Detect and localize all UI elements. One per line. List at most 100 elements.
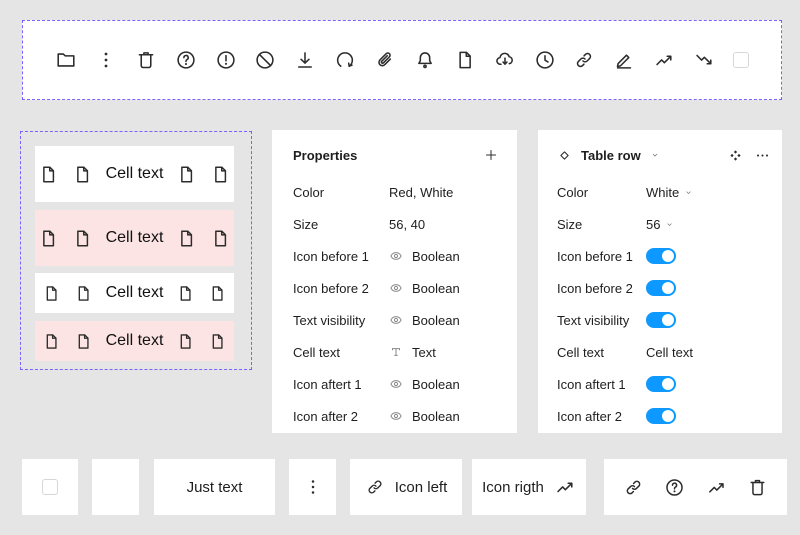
- toolbar-bell[interactable]: [414, 49, 436, 71]
- bottom-cell-checkbox[interactable]: [22, 459, 78, 515]
- trash-icon: [138, 52, 154, 69]
- property-type: Boolean: [412, 376, 460, 392]
- toolbar-paperclip[interactable]: [374, 49, 396, 71]
- file-icon: [181, 165, 193, 183]
- dropdown-value: 56: [646, 216, 661, 232]
- toolbar-cloud-download[interactable]: [494, 49, 516, 71]
- checkbox-empty[interactable]: [732, 52, 749, 68]
- table-row-preview[interactable]: Cell text: [35, 321, 234, 361]
- more-options-button[interactable]: [755, 148, 770, 163]
- cell-label: Icon left: [394, 478, 448, 496]
- property-row-icon-after-2[interactable]: Icon after 2 Boolean: [272, 400, 517, 432]
- clock-icon: [535, 51, 554, 69]
- property-row-cell-text[interactable]: Cell text Text: [272, 336, 517, 368]
- cell-help[interactable]: [664, 477, 685, 498]
- toolbar-edit[interactable]: [613, 49, 635, 71]
- property-row-text-visibility[interactable]: Text visibility Boolean: [272, 304, 517, 336]
- toolbar-file[interactable]: [454, 49, 476, 71]
- block-icon: [256, 51, 275, 69]
- link-icon: [626, 480, 641, 494]
- bottom-cell-empty[interactable]: [92, 459, 139, 515]
- icon-aftert-1-toggle[interactable]: [646, 376, 676, 392]
- canvas: Cell text Cell text Cell text Cell text Pro…: [0, 0, 800, 535]
- cell-trash[interactable]: [747, 477, 768, 498]
- table-row-preview[interactable]: Cell text: [35, 210, 234, 266]
- text-visibility-toggle[interactable]: [646, 312, 676, 328]
- toolbar-warning[interactable]: [215, 49, 237, 71]
- instance-title[interactable]: Table row: [581, 148, 641, 163]
- instance-row-size: Size 56: [538, 208, 782, 240]
- cell-text-value[interactable]: Cell text: [646, 345, 693, 360]
- toolbar-link[interactable]: [573, 49, 595, 71]
- toolbar-trending-down[interactable]: [693, 49, 715, 71]
- property-row-color[interactable]: Color Red, White: [272, 176, 517, 208]
- chevron-down-icon: [652, 153, 657, 157]
- toolbar-kebab-menu[interactable]: [95, 49, 117, 71]
- table-preview-group[interactable]: Cell text Cell text Cell text Cell text: [20, 131, 252, 370]
- color-dropdown[interactable]: White: [646, 185, 694, 200]
- instance-row-cell-text: Cell text Cell text: [538, 336, 782, 368]
- toolbar-trending-up[interactable]: [653, 49, 675, 71]
- trending-up-icon: [557, 482, 573, 493]
- property-label: Text visibility: [293, 312, 366, 328]
- bottom-cell-icon-text[interactable]: Icon left: [350, 459, 462, 515]
- cell-text: Cell text: [105, 284, 164, 301]
- help-icon: [666, 478, 684, 496]
- toolbar-help[interactable]: [175, 49, 197, 71]
- property-label: Icon before 1: [293, 248, 369, 264]
- icon-before-2-toggle[interactable]: [646, 280, 676, 296]
- table-row-preview[interactable]: Cell text: [35, 273, 234, 313]
- bottom-cell-text[interactable]: Just text: [154, 459, 275, 515]
- cell-link[interactable]: [623, 477, 644, 498]
- toolbar-clock[interactable]: [534, 49, 556, 71]
- property-row-icon-before-2[interactable]: Icon before 2 Boolean: [272, 272, 517, 304]
- icon-before-1-toggle[interactable]: [646, 248, 676, 264]
- warning-icon: [216, 51, 235, 69]
- file-icon: [42, 229, 54, 247]
- swap-icon: [730, 149, 741, 161]
- file-icon: [213, 285, 223, 301]
- toolbar-folder[interactable]: [55, 49, 77, 71]
- instance-row-icon-before-1: Icon before 1: [538, 240, 782, 272]
- eye-icon: [390, 252, 402, 260]
- download-icon: [298, 52, 313, 68]
- file-icon: [76, 229, 88, 247]
- cloud-download-icon: [495, 52, 513, 65]
- property-label: Cell text: [293, 344, 340, 360]
- instance-label: Icon after 2: [557, 408, 623, 424]
- bottom-cell-icons[interactable]: [604, 459, 787, 515]
- file-icon: [78, 285, 89, 301]
- toolbar-trash[interactable]: [135, 49, 157, 71]
- toolbar-refresh[interactable]: [334, 49, 356, 71]
- property-row-icon-aftert-1[interactable]: Icon aftert 1 Boolean: [272, 368, 517, 400]
- property-label: Icon after 2: [293, 408, 359, 424]
- checkbox-empty[interactable]: [42, 479, 58, 495]
- file-icon: [42, 165, 54, 183]
- eye-icon: [390, 412, 402, 420]
- property-row-icon-before-1[interactable]: Icon before 1 Boolean: [272, 240, 517, 272]
- properties-panel: Properties Color Red, White Size 56, 40 Icon…: [272, 130, 517, 433]
- cell-text: Cell text: [105, 165, 164, 182]
- bottom-cell-icon[interactable]: [289, 459, 336, 515]
- diamond-icon: [560, 150, 569, 160]
- property-row-size[interactable]: Size 56, 40: [272, 208, 517, 240]
- bottom-cell-text-icon[interactable]: Icon rigth: [472, 459, 586, 515]
- toolbar-block[interactable]: [254, 49, 276, 71]
- cell-label: Just text: [186, 478, 243, 496]
- icon-after-2-toggle[interactable]: [646, 408, 676, 424]
- paperclip-icon: [378, 52, 392, 67]
- size-dropdown[interactable]: 56: [646, 217, 675, 232]
- toolbar-download[interactable]: [294, 49, 316, 71]
- trending-up-icon: [708, 482, 724, 493]
- cell-trending-up[interactable]: [706, 477, 727, 498]
- property-type: Boolean: [412, 280, 460, 296]
- folder-icon: [57, 53, 75, 67]
- instance-label: Color: [557, 184, 589, 200]
- add-property-button[interactable]: [483, 147, 499, 163]
- table-row-preview[interactable]: Cell text: [35, 146, 234, 202]
- property-type: Boolean: [412, 408, 460, 424]
- property-type: Boolean: [412, 312, 460, 328]
- instance-label: Cell text: [557, 344, 604, 360]
- swap-instance-button[interactable]: [729, 149, 742, 162]
- file-icon: [215, 165, 227, 183]
